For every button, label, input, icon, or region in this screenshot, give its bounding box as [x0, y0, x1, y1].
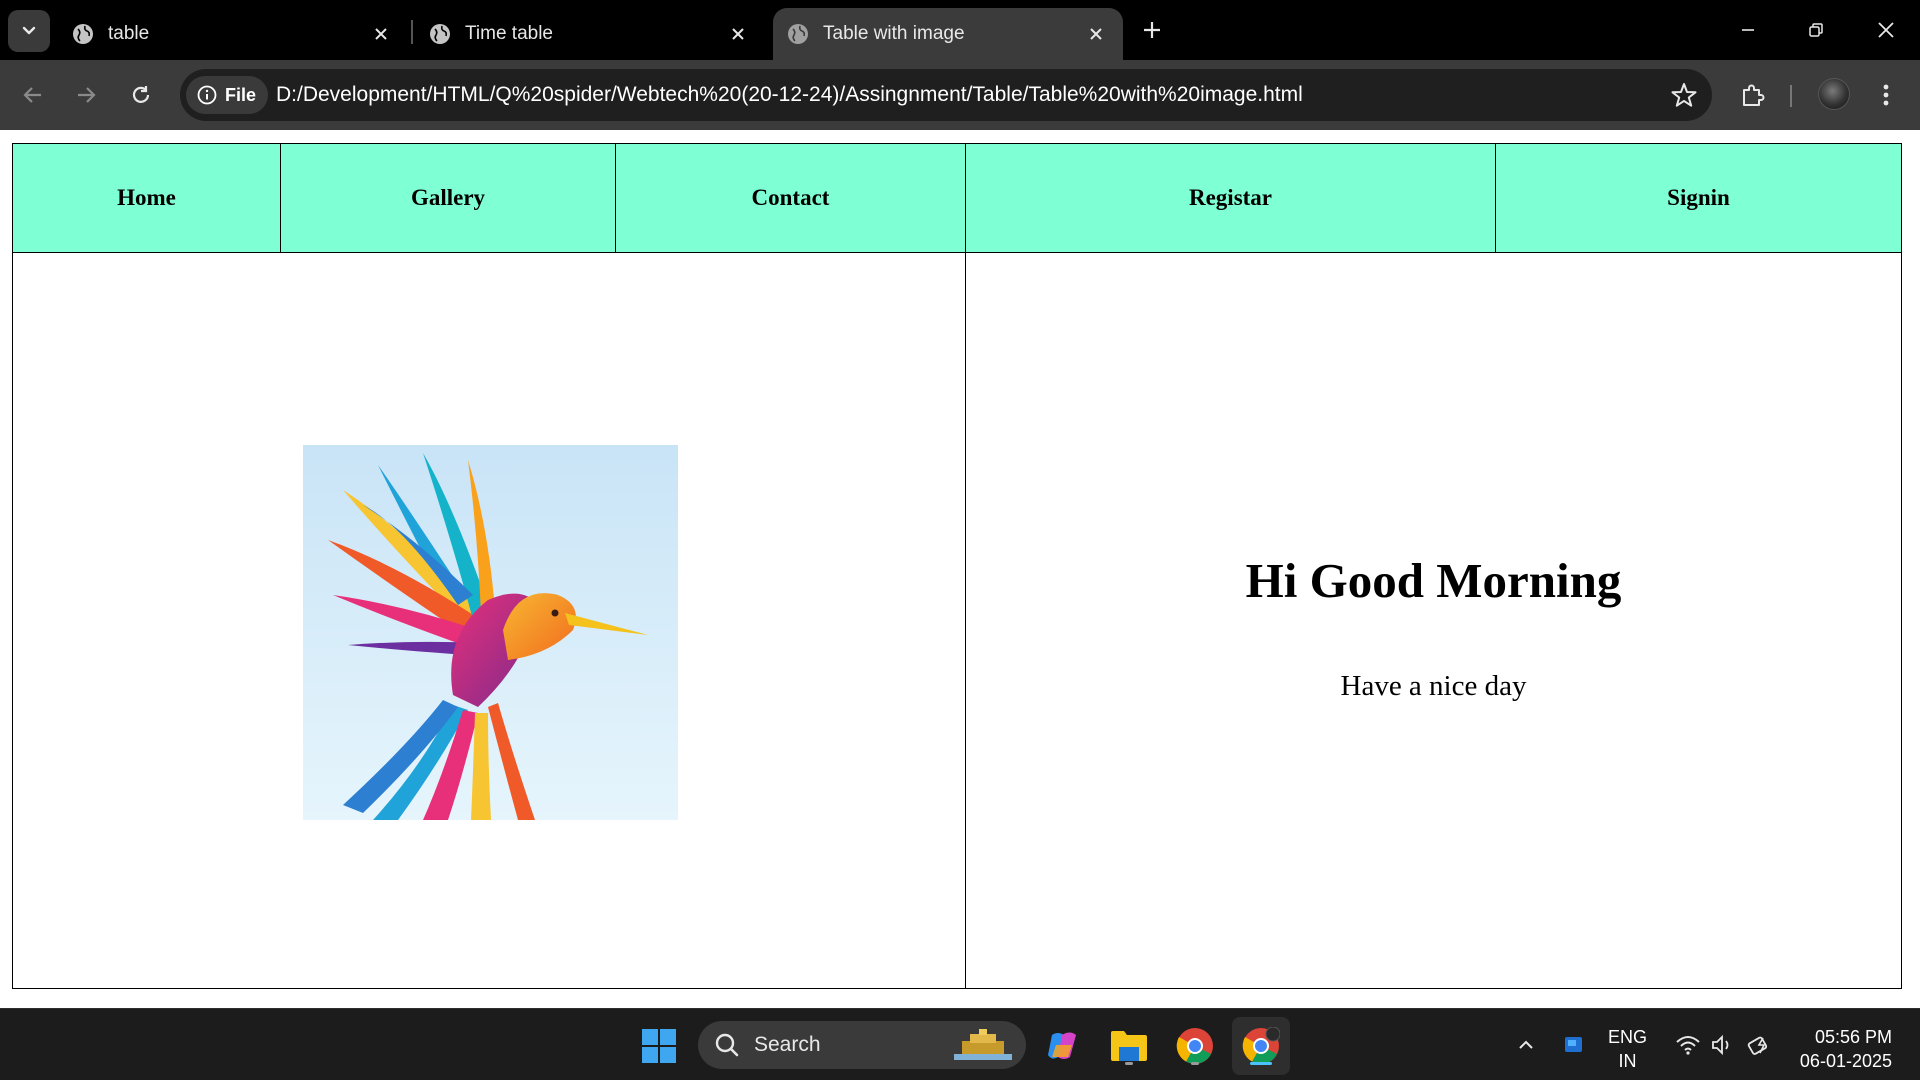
active-running-indicator: [1250, 1062, 1272, 1065]
globe-icon: [430, 24, 450, 44]
chevron-down-icon: [22, 26, 36, 35]
more-vertical-icon: [1883, 84, 1889, 106]
tab-time-table[interactable]: Time table: [415, 8, 765, 60]
search-highlight-icon: [948, 1027, 1018, 1063]
new-tab-button[interactable]: [1136, 14, 1168, 46]
taskbar-search[interactable]: Search: [698, 1021, 1026, 1069]
content-row: Hi Good Morning Have a nice day: [12, 252, 1902, 989]
menu-item-signin[interactable]: Signin: [1496, 144, 1901, 252]
show-hidden-icons-button[interactable]: [1512, 1031, 1540, 1059]
tab-table[interactable]: table: [58, 8, 408, 60]
info-icon: [197, 85, 217, 105]
bookmark-star-icon[interactable]: [1670, 81, 1698, 109]
battery-charging-icon: [1747, 1036, 1768, 1055]
chrome-icon: [1176, 1028, 1213, 1064]
close-icon: [732, 28, 744, 40]
profile-avatar[interactable]: [1818, 78, 1850, 110]
globe-icon: [73, 24, 93, 44]
greeting-cell: Hi Good Morning Have a nice day: [966, 252, 1901, 988]
wifi-status[interactable]: [1674, 1031, 1702, 1059]
tab-close-button[interactable]: [368, 21, 394, 47]
site-chip-label: File: [225, 84, 257, 105]
clock-date: 06-01-2025: [1799, 1051, 1892, 1071]
browser-menu-button[interactable]: [1866, 75, 1906, 115]
chrome-profile-button[interactable]: [1238, 1023, 1284, 1069]
close-window-button[interactable]: [1858, 8, 1914, 52]
chrome-icon: [1242, 1027, 1280, 1064]
copilot-button[interactable]: [1040, 1023, 1086, 1069]
tab-close-button[interactable]: [1083, 21, 1109, 47]
copilot-icon: [1048, 1032, 1076, 1059]
browser-toolbar: File D:/Development/HTML/Q%20spider/Webt…: [0, 60, 1920, 130]
defender-icon: [1565, 1037, 1582, 1052]
reload-button[interactable]: [121, 75, 161, 115]
tab-search-button[interactable]: [8, 10, 50, 52]
greeting-heading: Hi Good Morning: [1245, 553, 1622, 608]
speaker-icon: [1712, 1034, 1729, 1056]
menu-item-gallery[interactable]: Gallery: [281, 144, 616, 252]
restore-button[interactable]: [1788, 8, 1844, 52]
close-icon: [1090, 28, 1102, 40]
globe-icon: [788, 24, 808, 44]
close-icon: [375, 28, 387, 40]
image-cell: [13, 252, 966, 988]
menu-item-registar[interactable]: Registar: [966, 144, 1496, 252]
tab-title: Table with image: [823, 23, 965, 44]
search-label: Search: [754, 1033, 821, 1056]
tab-title: Time table: [465, 23, 553, 44]
back-button[interactable]: [13, 75, 53, 115]
clock-time: 05:56 PM: [1814, 1027, 1892, 1047]
extensions-button[interactable]: [1733, 75, 1773, 115]
search-icon: [715, 1033, 739, 1057]
reload-icon: [132, 86, 150, 103]
running-indicator: [1125, 1062, 1133, 1065]
close-icon: [1878, 22, 1894, 38]
battery-status[interactable]: [1746, 1031, 1774, 1059]
address-bar[interactable]: File D:/Development/HTML/Q%20spider/Webt…: [180, 69, 1712, 121]
forward-button[interactable]: [66, 75, 106, 115]
language-code: ENG: [1608, 1027, 1648, 1047]
running-indicator: [1191, 1062, 1199, 1065]
chevron-up-icon: [1519, 1040, 1533, 1049]
arrow-left-icon: [23, 87, 41, 103]
input-language-indicator[interactable]: ENG IN: [1608, 1025, 1647, 1073]
tab-separator: [411, 20, 413, 44]
arrow-right-icon: [78, 87, 96, 103]
minimize-icon: [1742, 29, 1754, 31]
restore-icon: [1809, 23, 1823, 37]
tab-close-button[interactable]: [725, 21, 751, 47]
file-explorer-button[interactable]: [1106, 1023, 1152, 1069]
plus-icon: [1144, 22, 1160, 38]
tab-table-with-image[interactable]: Table with image: [773, 8, 1123, 60]
site-info-chip[interactable]: File: [186, 76, 268, 114]
hummingbird-image: [303, 445, 678, 820]
web-page: Home Gallery Contact Registar Signin Hi …: [0, 130, 1920, 1008]
tab-title: table: [108, 23, 150, 44]
start-button[interactable]: [636, 1023, 682, 1069]
browser-tab-strip: table Time table Table with image: [0, 0, 1920, 60]
windows-logo-icon: [642, 1029, 676, 1063]
toolbar-divider: [1790, 85, 1792, 107]
menu-item-home[interactable]: Home: [13, 144, 281, 252]
wifi-icon: [1676, 1036, 1700, 1055]
url-text[interactable]: D:/Development/HTML/Q%20spider/Webtech%2…: [276, 83, 1303, 107]
nav-menu-row: Home Gallery Contact Registar Signin: [12, 143, 1902, 253]
menu-item-contact[interactable]: Contact: [616, 144, 966, 252]
greeting-subtext: Have a nice day: [1340, 670, 1527, 702]
puzzle-icon: [1743, 84, 1765, 106]
volume-status[interactable]: [1708, 1031, 1736, 1059]
region-code: IN: [1618, 1051, 1637, 1071]
chrome-button[interactable]: [1172, 1023, 1218, 1069]
minimize-button[interactable]: [1720, 8, 1776, 52]
windows-taskbar: Search ENG IN 05:56 PM 06-01-2025: [0, 1008, 1920, 1080]
tray-app-button[interactable]: [1560, 1031, 1588, 1059]
system-clock[interactable]: 05:56 PM 06-01-2025: [1800, 1025, 1892, 1073]
folder-icon: [1111, 1031, 1147, 1061]
